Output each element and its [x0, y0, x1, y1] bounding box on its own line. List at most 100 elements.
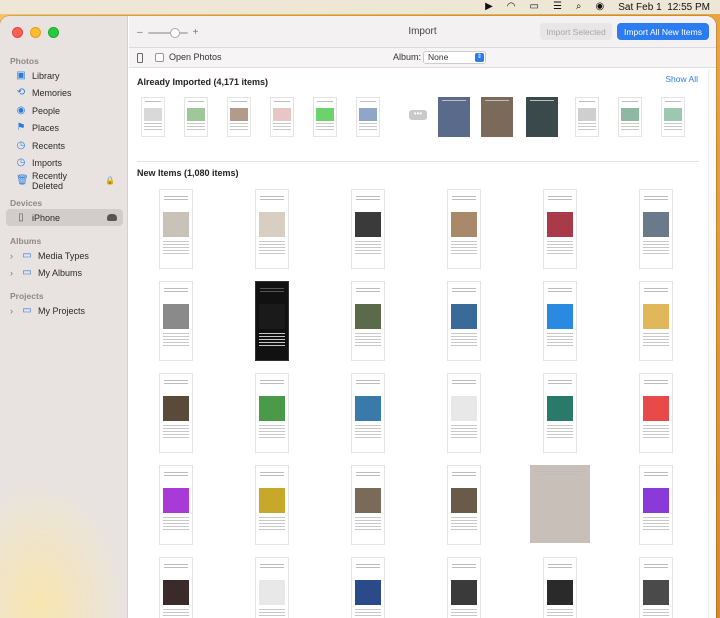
- photo-thumbnail[interactable]: [447, 281, 481, 361]
- photo-thumbnail[interactable]: [351, 373, 385, 453]
- siri-icon[interactable]: ◉: [596, 2, 605, 12]
- sidebar-item-my-albums[interactable]: › ▭ My Albums: [6, 264, 123, 281]
- photo-thumbnail[interactable]: [351, 189, 385, 269]
- sidebar-item-label: Library: [32, 70, 60, 81]
- chevron-right-icon[interactable]: ›: [10, 306, 16, 316]
- photo-thumbnail[interactable]: [447, 373, 481, 453]
- photo-thumbnail[interactable]: [543, 557, 577, 618]
- photo-thumbnail[interactable]: [639, 557, 673, 618]
- menubar: ▶ ◠ ▭ ☰ ⌕ ◉ Sat Feb 1 12:55 PM: [0, 0, 720, 14]
- section-devices: Devices: [10, 198, 43, 208]
- sidebar-item-iphone[interactable]: ▯ iPhone: [6, 209, 123, 226]
- wifi-icon[interactable]: ◠: [507, 2, 516, 12]
- scrollbar[interactable]: [708, 69, 716, 618]
- sidebar-item-my-projects[interactable]: › ▭ My Projects: [6, 302, 123, 319]
- photo-thumbnail[interactable]: [526, 97, 558, 137]
- sidebar-item-label: My Albums: [38, 267, 83, 278]
- more-icon[interactable]: •••: [409, 110, 427, 120]
- photo-thumbnail[interactable]: [159, 281, 193, 361]
- photo-thumbnail[interactable]: [530, 465, 590, 543]
- import-selected-button[interactable]: Import Selected: [540, 23, 612, 40]
- photo-thumbnail[interactable]: [159, 557, 193, 618]
- iphone-icon: ▯: [18, 211, 24, 223]
- folder-icon: ▭: [22, 249, 32, 261]
- minimize-button[interactable]: [30, 27, 41, 38]
- chevron-updown-icon: ⇕: [475, 53, 484, 62]
- battery-icon[interactable]: ▭: [530, 2, 539, 12]
- photo-thumbnail[interactable]: [351, 557, 385, 618]
- photo-thumbnail[interactable]: [141, 97, 165, 137]
- sidebar-item-places[interactable]: ⚑ Places: [6, 119, 123, 136]
- sidebar-item-label: Memories: [32, 87, 72, 98]
- photo-thumbnail[interactable]: [661, 97, 685, 137]
- photo-thumbnail[interactable]: [575, 97, 599, 137]
- sidebar-item-memories[interactable]: ⟲ Memories: [6, 84, 123, 101]
- album-select-value: None: [428, 52, 449, 62]
- photo-thumbnail[interactable]: [543, 373, 577, 453]
- play-circle-icon[interactable]: ▶: [485, 2, 493, 12]
- already-imported-strip: •••: [137, 95, 697, 141]
- close-button[interactable]: [12, 27, 23, 38]
- photo-thumbnail[interactable]: [255, 557, 289, 618]
- open-photos-checkbox[interactable]: [155, 53, 164, 62]
- sidebar-item-recently-deleted[interactable]: 🗑 Recently Deleted 🔒: [6, 170, 123, 191]
- album-label: Album:: [393, 52, 422, 62]
- menubar-date: Sat Feb 1: [618, 1, 662, 13]
- photo-thumbnail[interactable]: [227, 97, 251, 137]
- photo-thumbnail[interactable]: [447, 557, 481, 618]
- options-bar: Open Photos Album: None ⇕: [129, 48, 716, 68]
- photo-thumbnail[interactable]: [543, 189, 577, 269]
- sidebar: Photos ▣ Library ⟲ Memories ◉ People ⚑ P…: [0, 16, 128, 618]
- show-all-link[interactable]: Show All: [665, 74, 698, 84]
- photo-thumbnail[interactable]: [351, 465, 385, 545]
- control-center-icon[interactable]: ☰: [553, 2, 562, 12]
- album-select[interactable]: None ⇕: [423, 51, 486, 64]
- photo-thumbnail[interactable]: [313, 97, 337, 137]
- people-icon: ◉: [16, 104, 26, 116]
- sidebar-item-label: Places: [32, 122, 60, 133]
- spotlight-icon[interactable]: ⌕: [576, 2, 582, 12]
- folder-icon: ▭: [22, 304, 32, 316]
- chevron-right-icon[interactable]: ›: [10, 251, 16, 261]
- photo-thumbnail[interactable]: [618, 97, 642, 137]
- library-icon: ▣: [16, 69, 26, 81]
- divider: [137, 161, 699, 162]
- section-projects: Projects: [10, 291, 44, 301]
- photo-thumbnail[interactable]: [255, 189, 289, 269]
- chevron-right-icon[interactable]: ›: [10, 268, 16, 278]
- photo-thumbnail[interactable]: [639, 189, 673, 269]
- photo-thumbnail[interactable]: [447, 189, 481, 269]
- photo-thumbnail[interactable]: [639, 281, 673, 361]
- sidebar-item-media-types[interactable]: › ▭ Media Types: [6, 247, 123, 264]
- photo-thumbnail[interactable]: [255, 281, 289, 361]
- photo-thumbnail[interactable]: [639, 465, 673, 545]
- cloud-icon[interactable]: [107, 214, 117, 221]
- photos-window: Photos ▣ Library ⟲ Memories ◉ People ⚑ P…: [0, 16, 716, 618]
- photo-thumbnail[interactable]: [351, 281, 385, 361]
- photo-thumbnail[interactable]: [447, 465, 481, 545]
- photo-thumbnail[interactable]: [159, 465, 193, 545]
- photo-thumbnail[interactable]: [481, 97, 513, 137]
- photo-thumbnail[interactable]: [255, 465, 289, 545]
- sidebar-item-label: Recently Deleted: [32, 170, 68, 191]
- photo-thumbnail[interactable]: [159, 373, 193, 453]
- sidebar-item-recents[interactable]: ◷ Recents: [6, 137, 123, 154]
- open-photos-label[interactable]: Open Photos: [169, 52, 222, 62]
- fullscreen-button[interactable]: [48, 27, 59, 38]
- menubar-clock[interactable]: Sat Feb 1 12:55 PM: [618, 2, 710, 13]
- sidebar-item-imports[interactable]: ◷ Imports: [6, 154, 123, 171]
- sidebar-item-library[interactable]: ▣ Library: [6, 67, 123, 84]
- photo-thumbnail[interactable]: [255, 373, 289, 453]
- photo-thumbnail[interactable]: [639, 373, 673, 453]
- photo-thumbnail[interactable]: [543, 281, 577, 361]
- import-content: Already Imported (4,171 items) Show All …: [129, 69, 716, 618]
- photo-thumbnail[interactable]: [159, 189, 193, 269]
- window-controls: [12, 27, 59, 38]
- photo-thumbnail[interactable]: [438, 97, 470, 137]
- photo-thumbnail[interactable]: [184, 97, 208, 137]
- sidebar-item-people[interactable]: ◉ People: [6, 102, 123, 119]
- photo-thumbnail[interactable]: [356, 97, 380, 137]
- import-all-button[interactable]: Import All New Items: [617, 23, 709, 40]
- memories-icon: ⟲: [16, 86, 26, 98]
- photo-thumbnail[interactable]: [270, 97, 294, 137]
